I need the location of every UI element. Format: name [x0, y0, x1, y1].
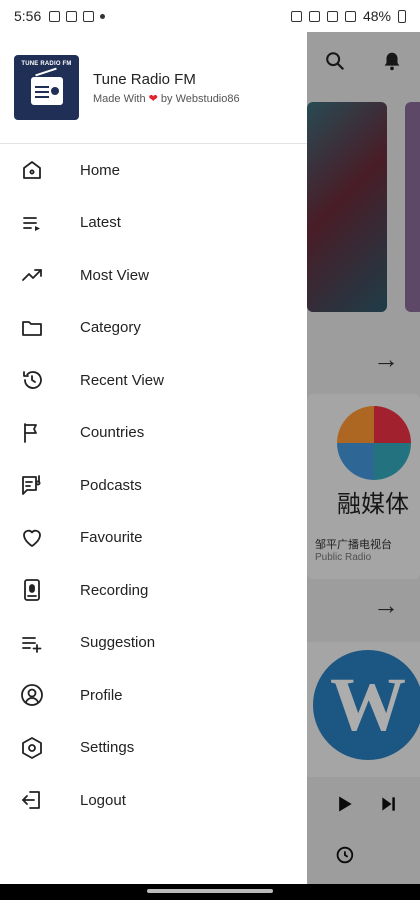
- menu-label: Profile: [80, 686, 123, 704]
- menu-label: Latest: [80, 214, 121, 232]
- trending-icon: [18, 261, 46, 289]
- system-navigation-bar: [0, 884, 420, 900]
- menu-item-settings[interactable]: Settings: [0, 722, 307, 775]
- app-title: Tune Radio FM: [93, 70, 196, 88]
- menu-label: Recording: [80, 581, 149, 599]
- heart-icon: ❤: [148, 92, 158, 105]
- system-icons: 48%: [290, 8, 406, 24]
- menu-item-logout[interactable]: Logout: [0, 774, 307, 827]
- playlist-add-icon: [18, 629, 46, 657]
- battery-icon: [398, 9, 406, 23]
- app-logo: TUNE RADIO FM: [14, 55, 79, 120]
- battery-level: 48%: [362, 8, 391, 24]
- vibrate-icon: [308, 10, 320, 22]
- status-bar: 5:56 48%: [0, 0, 420, 32]
- menu-label: Category: [80, 319, 141, 337]
- flag-icon: [18, 419, 46, 447]
- logout-icon: [18, 786, 46, 814]
- menu-item-recent-view[interactable]: Recent View: [0, 354, 307, 407]
- menu-label: Suggestion: [80, 634, 156, 652]
- menu-label: Logout: [80, 791, 126, 809]
- heart-icon: [18, 524, 46, 552]
- menu-item-most-view[interactable]: Most View: [0, 249, 307, 302]
- profile-icon: [18, 681, 46, 709]
- home-icon: [18, 156, 46, 184]
- wifi-icon: [344, 10, 356, 22]
- history-icon: [18, 366, 46, 394]
- notification-icon: [49, 10, 61, 22]
- home-gesture-handle[interactable]: [147, 889, 273, 893]
- menu-label: Recent View: [80, 371, 164, 389]
- menu-label: Most View: [80, 266, 149, 284]
- folder-icon: [18, 314, 46, 342]
- playlist-icon: [18, 209, 46, 237]
- navigation-drawer: TUNE RADIO FM Tune Radio FM Made With ❤ …: [0, 32, 307, 884]
- radio-icon: [31, 77, 63, 105]
- menu-item-home[interactable]: Home: [0, 144, 307, 197]
- more-notifications-icon: [100, 13, 106, 19]
- app-logo-text: TUNE RADIO FM: [21, 61, 72, 67]
- notification-icons: [49, 10, 106, 22]
- menu-label: Favourite: [80, 529, 143, 547]
- clock: 5:56: [14, 8, 42, 24]
- menu-item-latest[interactable]: Latest: [0, 197, 307, 250]
- credit-prefix: Made With: [93, 92, 146, 105]
- notification-icon: [83, 10, 95, 22]
- menu-label: Home: [80, 161, 121, 179]
- menu-label: Countries: [80, 424, 145, 442]
- notification-icon: [66, 10, 78, 22]
- menu-item-favourite[interactable]: Favourite: [0, 512, 307, 565]
- podcast-icon: [18, 471, 46, 499]
- menu-item-category[interactable]: Category: [0, 302, 307, 355]
- settings-icon: [18, 734, 46, 762]
- drawer-header: TUNE RADIO FM Tune Radio FM Made With ❤ …: [0, 32, 307, 144]
- location-icon: [326, 10, 338, 22]
- menu-label: Podcasts: [80, 476, 142, 494]
- menu-item-profile[interactable]: Profile: [0, 669, 307, 722]
- drawer-scrim[interactable]: [307, 32, 420, 884]
- drawer-menu: Home Latest Most View Category Recent Vi…: [0, 144, 307, 827]
- recording-icon: [18, 576, 46, 604]
- alarm-icon: [290, 10, 302, 22]
- menu-item-recording[interactable]: Recording: [0, 564, 307, 617]
- menu-label: Settings: [80, 739, 135, 757]
- menu-item-suggestion[interactable]: Suggestion: [0, 617, 307, 670]
- menu-item-countries[interactable]: Countries: [0, 407, 307, 460]
- menu-item-podcasts[interactable]: Podcasts: [0, 459, 307, 512]
- credit-suffix: by Webstudio86: [160, 92, 240, 105]
- app-credit: Made With ❤ by Webstudio86: [93, 92, 240, 105]
